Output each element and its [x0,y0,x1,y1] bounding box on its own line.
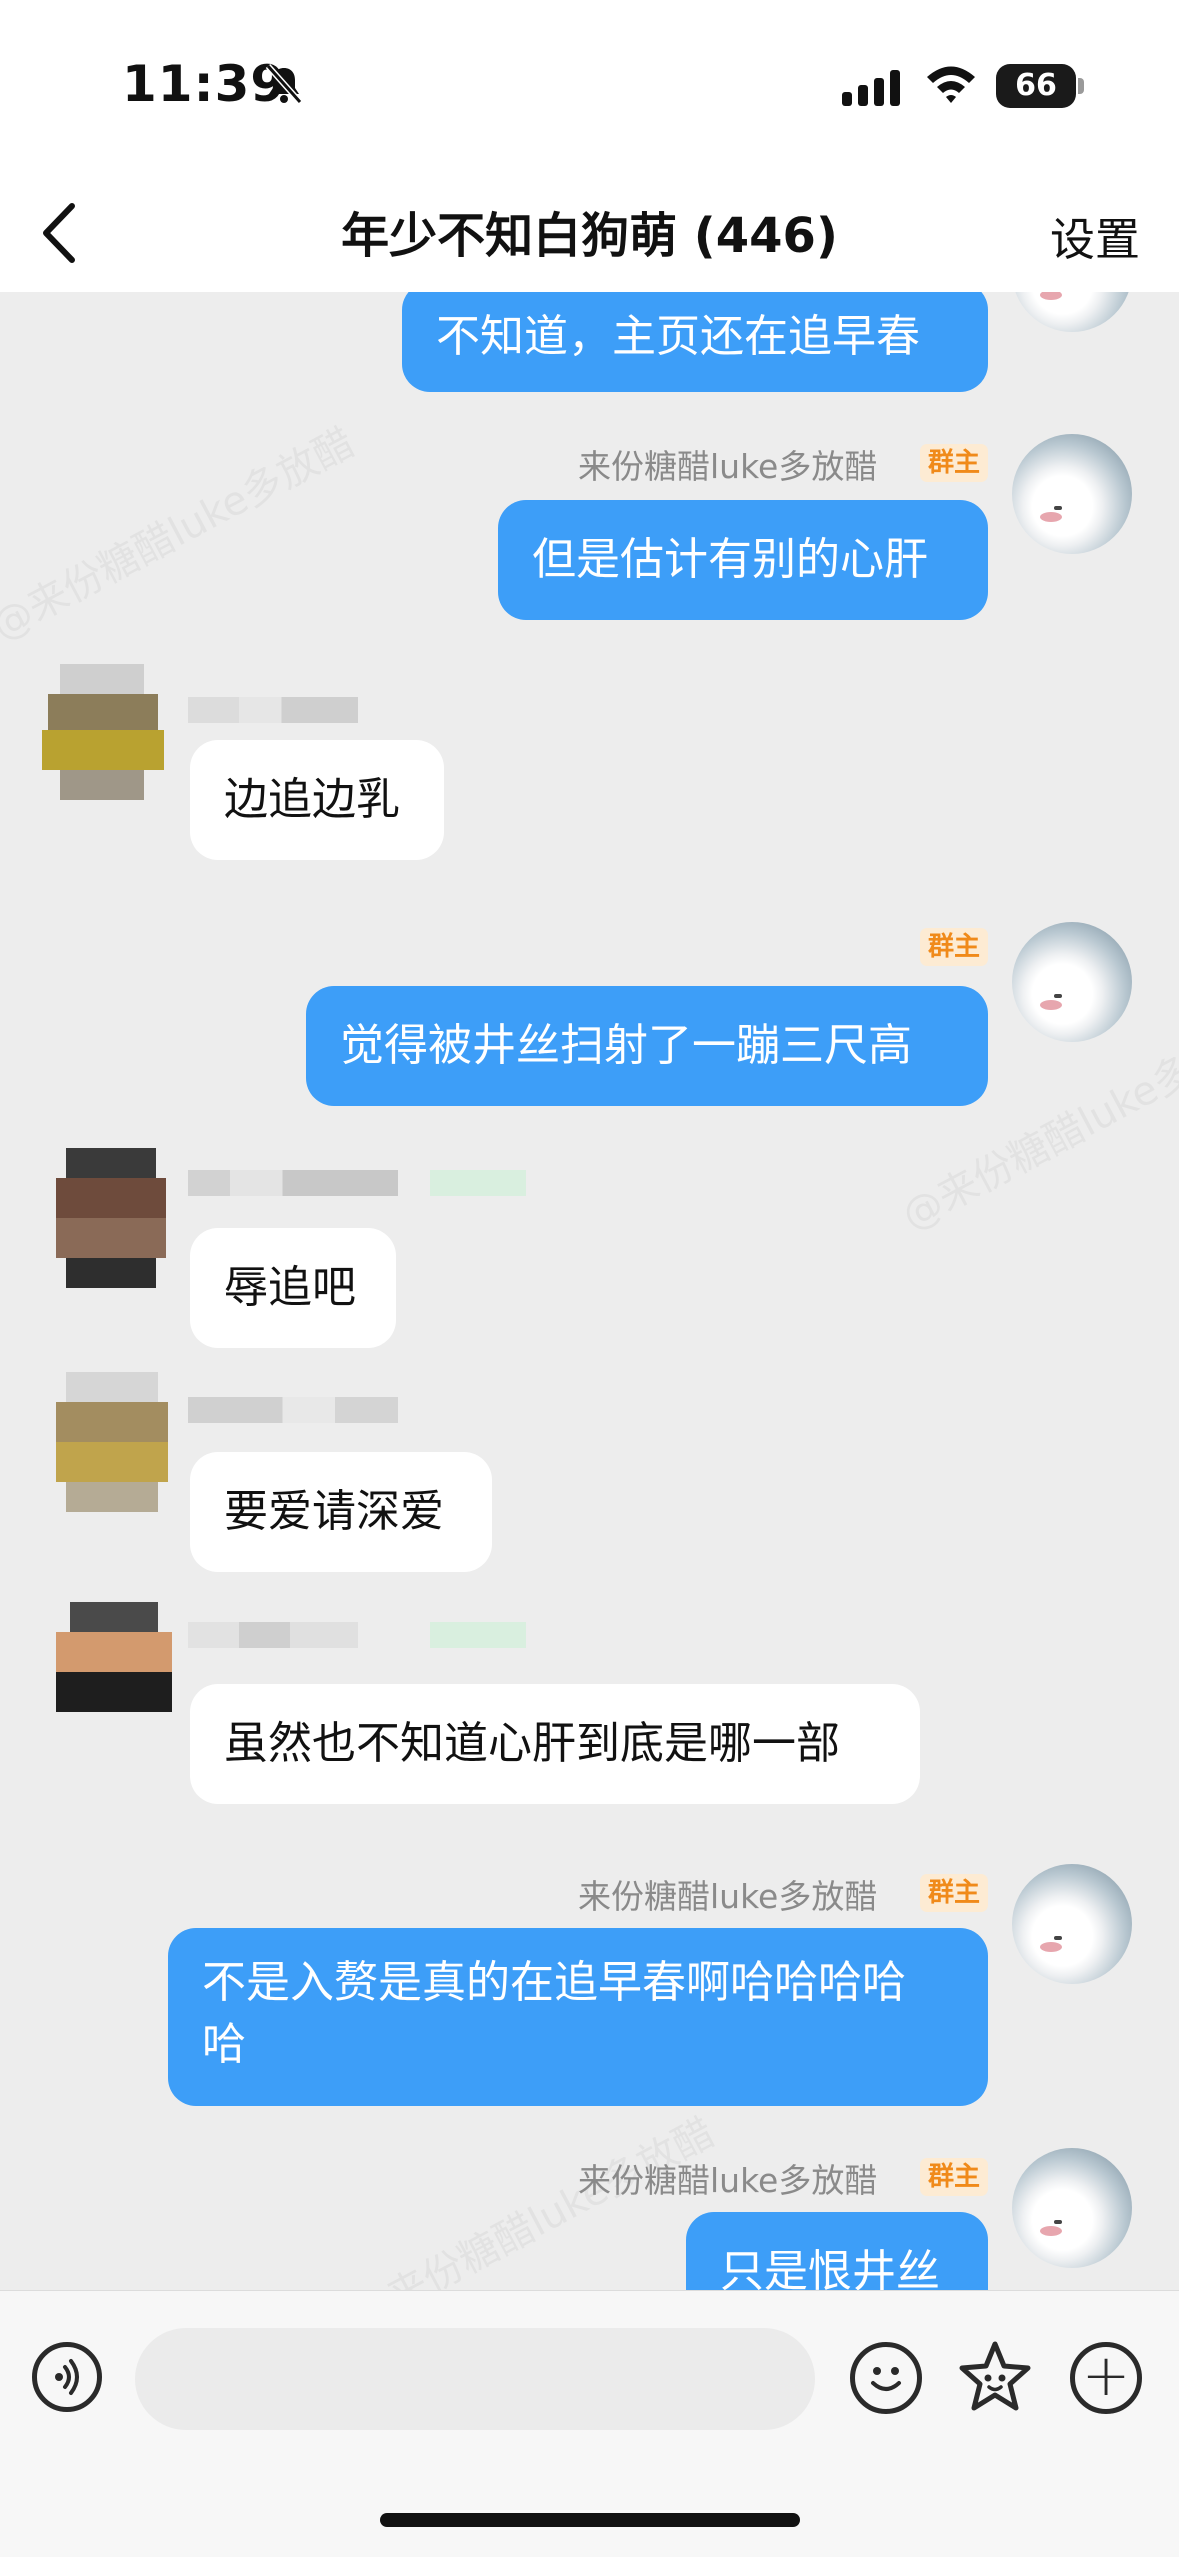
owner-badge: 群主 [920,444,988,482]
message-bubble[interactable]: 但是估计有别的心肝 [498,500,988,620]
avatar[interactable] [42,664,164,814]
message-bubble[interactable]: 边追边乳 [190,740,444,860]
owner-badge: 群主 [920,1874,988,1912]
plus-icon[interactable]: + [1070,2342,1142,2414]
battery-tip [1078,78,1084,94]
emoji-icon[interactable] [850,2342,922,2414]
chat-title: 年少不知白狗萌 (446) [341,208,838,264]
message-bubble[interactable]: 要爱请深爱 [190,1452,492,1572]
bell-slash-icon [265,64,303,104]
avatar[interactable] [1012,922,1132,1042]
voice-icon[interactable] [32,2342,102,2412]
message-bubble[interactable]: 不是入赘是真的在追早春啊哈哈哈哈哈 [168,1928,988,2106]
avatar[interactable] [1012,434,1132,554]
sender-name: 来份糖醋luke多放醋 [578,2161,878,2200]
message-bubble[interactable]: 觉得被井丝扫射了一蹦三尺高 [306,986,988,1106]
sender-name-blurred [188,1622,358,1648]
avatar[interactable] [56,1148,166,1298]
watermark: @来份糖醋luke多放醋 [0,411,363,651]
chat-area[interactable]: @来份糖醋luke多放醋 @来份糖醋luke多放醋 @来份糖醋luke多放醋 不… [0,292,1179,2290]
message-bubble[interactable]: 辱追吧 [190,1228,396,1348]
sender-name-blurred [188,697,358,723]
settings-button[interactable]: 设置 [1050,203,1140,268]
battery-icon: 66 [996,64,1076,108]
sender-name-blurred [188,1397,398,1423]
message-input[interactable] [135,2328,815,2430]
avatar[interactable] [56,1602,172,1732]
message-bubble[interactable]: 只是恨井丝 [686,2212,988,2290]
wifi-icon [927,66,975,103]
message-bubble[interactable]: 虽然也不知道心肝到底是哪一部 [190,1684,920,1804]
sticker-icon[interactable] [955,2338,1035,2418]
level-badge-blurred [430,1170,526,1196]
owner-badge: 群主 [920,2158,988,2196]
home-indicator[interactable] [380,2513,800,2527]
sender-name-blurred [188,1170,398,1196]
signal-icon [842,70,900,106]
sender-name: 来份糖醋luke多放醋 [578,447,878,486]
avatar[interactable] [1012,1864,1132,1984]
sender-name: 来份糖醋luke多放醋 [578,1877,878,1916]
level-badge-blurred [430,1622,526,1648]
message-bubble[interactable]: 不知道，主页还在追早春 [402,292,988,392]
avatar[interactable] [1012,2148,1132,2268]
avatar[interactable] [56,1372,168,1522]
owner-badge: 群主 [920,928,988,966]
avatar[interactable] [1012,292,1132,332]
